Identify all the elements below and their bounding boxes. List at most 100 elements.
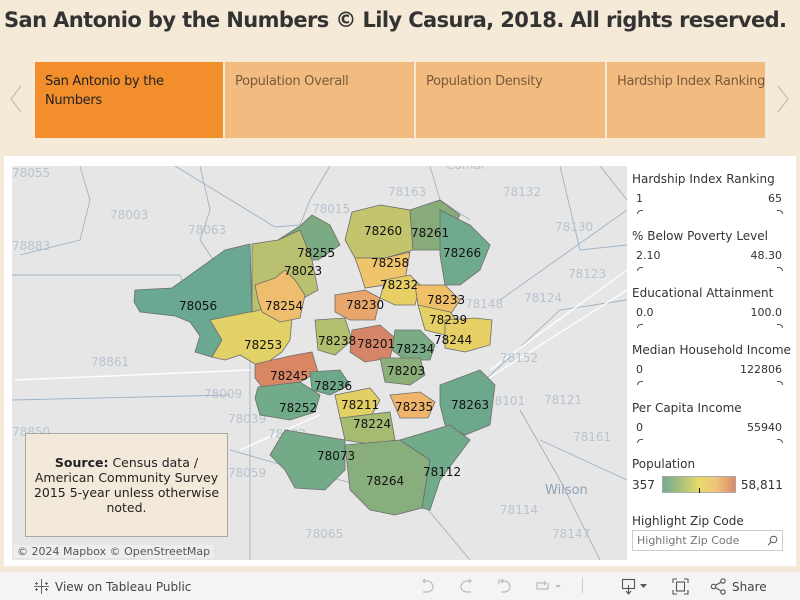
share-icon bbox=[710, 578, 726, 595]
highlight-zip-input[interactable] bbox=[637, 534, 762, 547]
zip-label: 78023 bbox=[284, 264, 322, 278]
bg-zip-label: 78132 bbox=[503, 185, 541, 199]
zip-label: 78201 bbox=[357, 337, 395, 351]
tab-population-overall[interactable]: Population Overall bbox=[225, 62, 414, 138]
zip-label: 78245 bbox=[270, 369, 308, 383]
zip-label: 78234 bbox=[396, 342, 434, 356]
slider-max-handle[interactable] bbox=[777, 439, 783, 443]
zip-label: 78239 bbox=[429, 313, 467, 327]
share-button[interactable]: Share bbox=[710, 578, 767, 595]
view-on-tableau-public-link[interactable]: View on Tableau Public bbox=[33, 578, 191, 595]
zip-label: 78073 bbox=[317, 449, 355, 463]
population-legend: Population 357 58,811 bbox=[632, 457, 786, 493]
filter-max: 55940 bbox=[747, 421, 782, 434]
slider-min-handle[interactable] bbox=[637, 324, 643, 328]
legend-title: Population bbox=[632, 457, 696, 471]
filter-min: 0.0 bbox=[636, 306, 654, 319]
tabs-prev-button[interactable] bbox=[8, 84, 24, 114]
bg-zip-label: 78161 bbox=[573, 430, 611, 444]
slider-min-handle[interactable] bbox=[637, 381, 643, 385]
filter-min: 0 bbox=[636, 363, 643, 376]
redo-button[interactable] bbox=[458, 578, 474, 594]
refresh-button[interactable] bbox=[535, 578, 563, 594]
download-icon bbox=[621, 578, 647, 595]
tabs-next-button[interactable] bbox=[775, 84, 791, 114]
zip-label: 78232 bbox=[380, 278, 418, 292]
filter-title: Median Household Income bbox=[632, 343, 791, 357]
highlight-title: Highlight Zip Code bbox=[632, 514, 744, 528]
refresh-icon bbox=[536, 580, 561, 590]
bg-zip-label: 78130 bbox=[555, 220, 593, 234]
slider-min-handle[interactable] bbox=[637, 439, 643, 443]
zip-label: 78255 bbox=[297, 246, 335, 260]
filter-max: 122806 bbox=[740, 363, 782, 376]
source-label: Source: bbox=[54, 455, 109, 470]
filter-per-capita-income: Per Capita Income 0 55940 bbox=[632, 401, 786, 446]
zip-label: 78253 bbox=[244, 338, 282, 352]
download-button[interactable] bbox=[621, 578, 651, 595]
tableau-toolbar: View on Tableau Public Share bbox=[0, 572, 800, 600]
tab-hardship-index-ranking[interactable]: Hardship Index Ranking bbox=[607, 62, 765, 138]
bg-zip-label: 78121 bbox=[544, 393, 582, 407]
slider-max-handle[interactable] bbox=[777, 381, 783, 385]
slider-min-handle[interactable] bbox=[637, 267, 643, 271]
range-slider[interactable] bbox=[632, 264, 786, 274]
filter-min: 2.10 bbox=[636, 249, 661, 262]
undo-icon bbox=[422, 578, 434, 593]
zip-label: 78260 bbox=[364, 224, 402, 238]
slider-max-handle[interactable] bbox=[777, 210, 783, 214]
range-slider[interactable] bbox=[632, 436, 786, 446]
filter-title: Per Capita Income bbox=[632, 401, 742, 415]
slider-max-handle[interactable] bbox=[777, 267, 783, 271]
toolbar-divider bbox=[582, 577, 583, 593]
filter-sidebar: Hardship Index Ranking 1 65 % Below Pover… bbox=[628, 166, 791, 560]
zip-label: 78258 bbox=[371, 256, 409, 270]
fullscreen-icon bbox=[672, 578, 689, 595]
filter-poverty-level: % Below Poverty Level 2.10 48.30 bbox=[632, 229, 786, 274]
revert-button[interactable] bbox=[497, 578, 513, 594]
bg-zip-label: 78003 bbox=[110, 208, 148, 222]
filter-min: 0 bbox=[636, 421, 643, 434]
share-label: Share bbox=[732, 579, 767, 594]
chevron-left-icon bbox=[10, 85, 22, 113]
highlight-zip-search[interactable] bbox=[632, 530, 783, 551]
legend-color-ramp bbox=[661, 476, 736, 493]
filter-title: % Below Poverty Level bbox=[632, 229, 769, 243]
zip-label: 78254 bbox=[265, 299, 303, 313]
bg-zip-label: 78114 bbox=[500, 503, 538, 517]
highlight-zip-section: Highlight Zip Code bbox=[632, 514, 786, 528]
filter-min: 1 bbox=[636, 192, 643, 205]
legend-min: 357 bbox=[632, 477, 655, 492]
view-on-tableau-label: View on Tableau Public bbox=[55, 579, 192, 594]
fullscreen-button[interactable] bbox=[672, 578, 689, 595]
bg-zip-label: 78055 bbox=[12, 166, 50, 180]
tab-san-antonio-by-the-numbers[interactable]: San Antonio by the Numbers bbox=[35, 62, 223, 138]
zip-label: 78238 bbox=[318, 334, 356, 348]
search-icon[interactable] bbox=[767, 535, 778, 546]
slider-max-handle[interactable] bbox=[777, 324, 783, 328]
zip-label: 78230 bbox=[346, 298, 384, 312]
zip-label: 78203 bbox=[387, 364, 425, 378]
filter-max: 100.0 bbox=[750, 306, 783, 319]
zip-label: 78263 bbox=[451, 398, 489, 412]
page-title: San Antonio by the Numbers © Lily Casura… bbox=[4, 8, 787, 32]
bg-zip-label: 78009 bbox=[204, 387, 242, 401]
range-slider[interactable] bbox=[632, 378, 786, 388]
slider-min-handle[interactable] bbox=[637, 210, 643, 214]
tableau-logo-icon bbox=[34, 579, 49, 594]
zip-label: 78233 bbox=[427, 293, 465, 307]
bg-zip-label: 78124 bbox=[524, 291, 562, 305]
range-slider[interactable] bbox=[632, 207, 786, 217]
zip-label: 78264 bbox=[366, 474, 404, 488]
filter-max: 48.30 bbox=[750, 249, 783, 262]
map-attribution[interactable]: © 2024 Mapbox © OpenStreetMap bbox=[14, 545, 214, 558]
story-tabs: San Antonio by the Numbers Population Ov… bbox=[35, 62, 765, 138]
tab-population-density[interactable]: Population Density bbox=[416, 62, 605, 138]
undo-button[interactable] bbox=[420, 578, 436, 594]
range-slider[interactable] bbox=[632, 321, 786, 331]
bg-zip-label: 78147 bbox=[552, 527, 590, 541]
zip-label: 78266 bbox=[443, 246, 481, 260]
chevron-right-icon bbox=[777, 85, 789, 113]
redo-icon bbox=[460, 578, 472, 593]
filter-hardship-index: Hardship Index Ranking 1 65 bbox=[632, 172, 786, 217]
